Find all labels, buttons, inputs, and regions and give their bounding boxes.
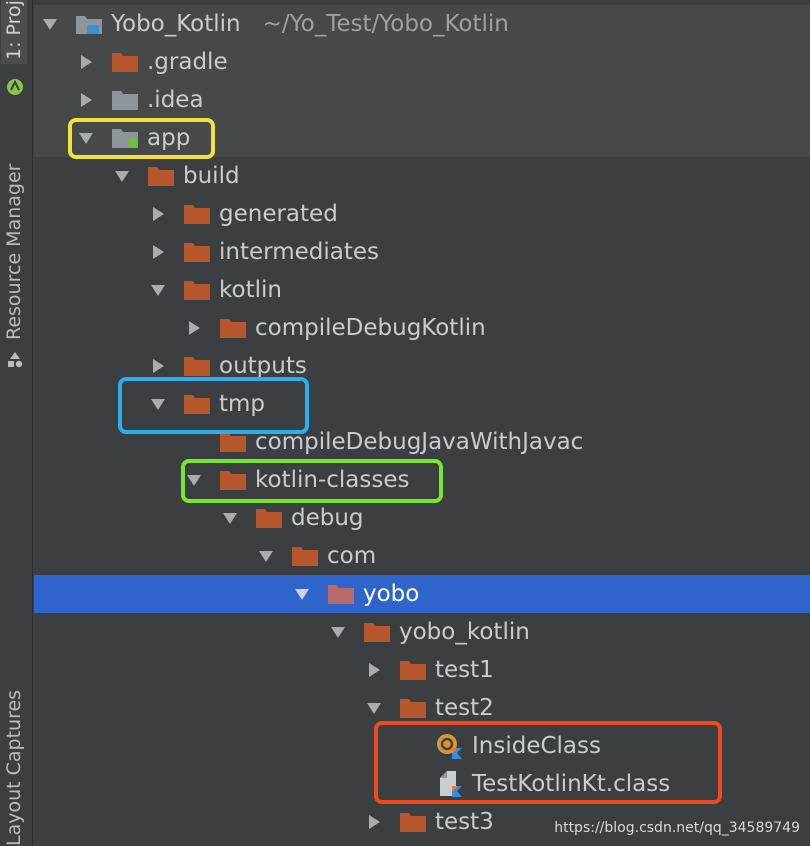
chevron-down-icon[interactable] <box>41 15 59 33</box>
folder-icon <box>220 319 246 338</box>
tree-row-yobo[interactable]: yobo <box>34 575 810 613</box>
chevron-right-icon[interactable] <box>149 357 167 375</box>
tree-row-project-root[interactable]: Yobo_Kotlin ~/Yo_Test/Yobo_Kotlin <box>34 5 810 43</box>
project-name: Yobo_Kotlin <box>111 11 241 37</box>
folder-icon <box>220 471 246 490</box>
chevron-right-icon[interactable] <box>149 243 167 261</box>
folder-icon <box>292 547 318 566</box>
tree-row-outputs[interactable]: outputs <box>34 347 810 385</box>
tree-row-kotlin[interactable]: kotlin <box>34 271 810 309</box>
chevron-down-icon[interactable] <box>113 167 131 185</box>
tree-label-yobo-kotlin: yobo_kotlin <box>399 619 530 645</box>
tree-label-outputs: outputs <box>219 353 307 379</box>
tree-label-test2: test2 <box>435 695 494 721</box>
tree-label-intermediates: intermediates <box>219 239 379 265</box>
folder-icon <box>256 509 282 528</box>
tree-label-inside-class: InsideClass <box>472 733 601 759</box>
tree-row-kotlin-classes[interactable]: kotlin-classes <box>34 461 810 499</box>
tree-label-test1: test1 <box>435 657 494 683</box>
chevron-down-icon[interactable] <box>149 281 167 299</box>
folder-icon <box>184 205 210 224</box>
chevron-right-icon[interactable] <box>365 661 383 679</box>
tree-label-test3: test3 <box>435 809 494 835</box>
chevron-right-icon[interactable] <box>149 205 167 223</box>
folder-icon <box>184 357 210 376</box>
tree-row-compileDebugKotlin[interactable]: compileDebugKotlin <box>34 309 810 347</box>
tree-row-testkotlinkt[interactable]: TestKotlinKt.class <box>34 765 810 803</box>
tree-row-build[interactable]: build <box>34 157 810 195</box>
folder-icon <box>400 699 426 718</box>
tree-label-idea: .idea <box>147 87 204 113</box>
tree-row-idea[interactable]: .idea <box>34 81 810 119</box>
module-folder-icon <box>76 16 102 34</box>
chevron-right-icon[interactable] <box>185 319 203 337</box>
project-path: ~/Yo_Test/Yobo_Kotlin <box>262 11 509 37</box>
tree-label-kotlin-classes: kotlin-classes <box>255 467 410 493</box>
folder-icon <box>184 395 210 414</box>
chevron-down-icon[interactable] <box>365 699 383 717</box>
folder-icon <box>112 53 138 72</box>
tab-project-label: 1: Project <box>3 0 25 60</box>
folder-icon <box>400 661 426 680</box>
chevron-down-icon[interactable] <box>293 585 311 603</box>
folder-icon <box>328 585 354 604</box>
tool-window-sidebar: 1: Project Resource Manager Layout Captu… <box>0 0 33 846</box>
tab-layout-captures[interactable]: Layout Captures <box>3 690 25 846</box>
chevron-down-icon[interactable] <box>257 547 275 565</box>
tree-label-compileDebugKotlin: compileDebugKotlin <box>255 315 486 341</box>
chevron-down-icon[interactable] <box>221 509 239 527</box>
folder-icon <box>220 433 246 452</box>
chevron-right-icon[interactable] <box>77 91 95 109</box>
folder-icon <box>400 813 426 832</box>
tree-row-app[interactable]: app <box>34 119 810 157</box>
tree-row-compileDebugJavaWithJavac[interactable]: compileDebugJavaWithJavac <box>34 423 810 461</box>
tree-row-com[interactable]: com <box>34 537 810 575</box>
android-icon <box>7 79 23 95</box>
tree-label-com: com <box>327 543 377 569</box>
tree-row-tmp[interactable]: tmp <box>34 385 810 423</box>
folder-icon <box>184 281 210 300</box>
kotlin-class-icon <box>437 734 462 759</box>
tab-project[interactable]: 1: Project <box>1 0 27 64</box>
tree-row-test1[interactable]: test1 <box>34 651 810 689</box>
tree-label-kotlin: kotlin <box>219 277 282 303</box>
tree-row-gradle[interactable]: .gradle <box>34 43 810 81</box>
chevron-down-icon[interactable] <box>149 395 167 413</box>
chevron-down-icon[interactable] <box>77 129 95 147</box>
tree-row-generated[interactable]: generated <box>34 195 810 233</box>
folder-icon <box>364 623 390 642</box>
tree-label-gradle: .gradle <box>147 49 228 75</box>
android-module-folder-icon <box>112 129 138 148</box>
project-tree: Yobo_Kotlin ~/Yo_Test/Yobo_Kotlin .gradl… <box>34 0 810 846</box>
kotlin-file-icon <box>440 771 462 797</box>
tree-label-build: build <box>183 163 240 189</box>
tree-row-debug[interactable]: debug <box>34 499 810 537</box>
chevron-right-icon[interactable] <box>77 53 95 71</box>
tree-label-debug: debug <box>291 505 364 531</box>
tree-row-inside-class[interactable]: InsideClass <box>34 727 810 765</box>
tree-label-app: app <box>147 125 191 151</box>
tab-resource-manager[interactable]: Resource Manager <box>3 164 25 340</box>
tree-label-testkotlinkt: TestKotlinKt.class <box>472 771 671 797</box>
tree-label-yobo: yobo <box>363 581 420 607</box>
chevron-down-icon[interactable] <box>185 471 203 489</box>
folder-icon <box>112 91 138 110</box>
tab-captures-label: Layout Captures <box>3 689 25 846</box>
tree-label-generated: generated <box>219 201 338 227</box>
tree-label-compileDebugJavaWithJavac: compileDebugJavaWithJavac <box>255 429 584 455</box>
chevron-down-icon[interactable] <box>329 623 347 641</box>
folder-icon <box>184 243 210 262</box>
tree-row-intermediates[interactable]: intermediates <box>34 233 810 271</box>
tree-label-tmp: tmp <box>219 391 266 417</box>
tab-resource-label: Resource Manager <box>3 163 25 340</box>
resource-shapes-icon <box>8 352 23 368</box>
tree-row-yobo-kotlin[interactable]: yobo_kotlin <box>34 613 810 651</box>
tree-row-test2[interactable]: test2 <box>34 689 810 727</box>
folder-icon <box>148 167 174 186</box>
watermark: https://blog.csdn.net/qq_34589749 <box>554 820 800 836</box>
chevron-right-icon[interactable] <box>365 813 383 831</box>
